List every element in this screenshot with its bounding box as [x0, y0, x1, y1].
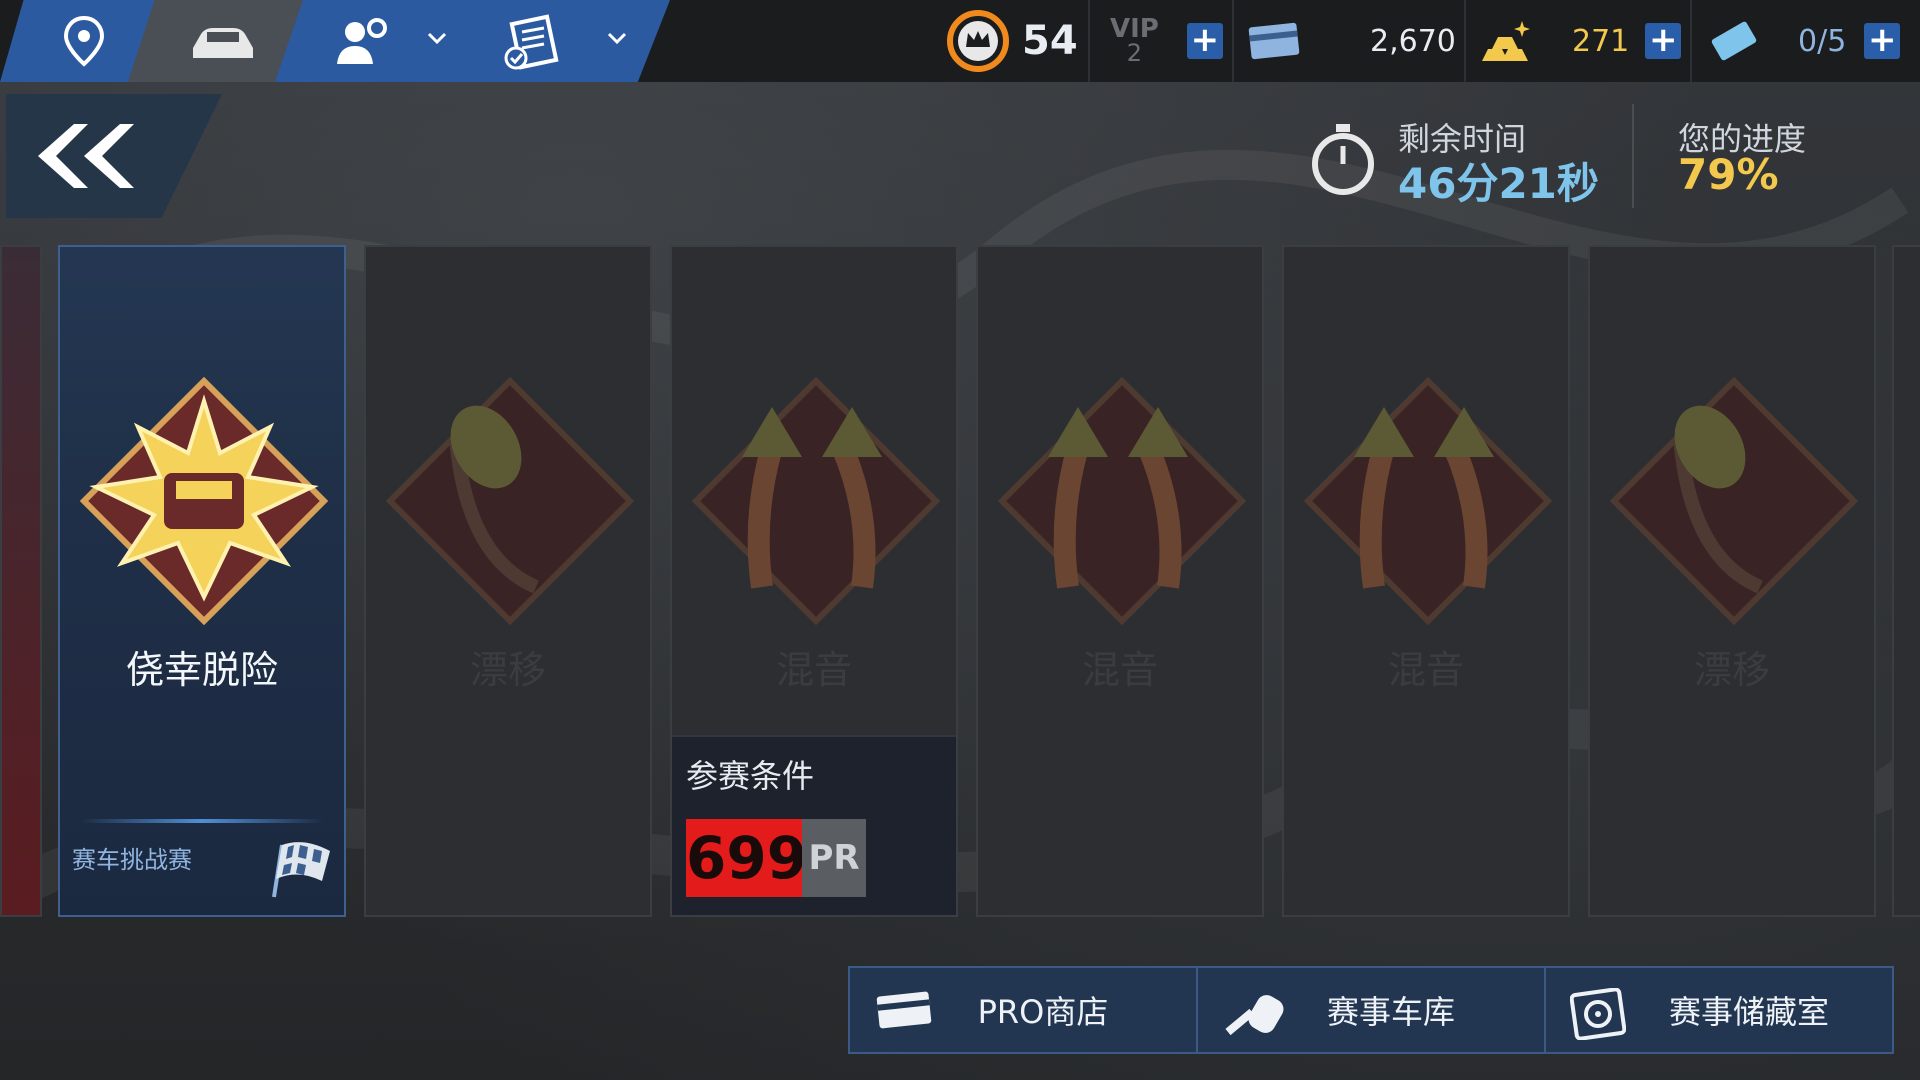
pro-shop-label: PRO商店	[977, 993, 1109, 1031]
event-card-5[interactable]: 混音	[1282, 245, 1570, 917]
event-card-3[interactable]: 混音 参赛条件 699 PR	[670, 245, 958, 917]
chevron-down-icon[interactable]	[425, 26, 449, 50]
progress-value: 79%	[1678, 150, 1779, 199]
checklist-icon	[504, 14, 559, 70]
time-remaining-value: 46分21秒	[1398, 159, 1599, 208]
cash-value: 2,670	[1370, 23, 1456, 59]
event-card-2[interactable]: 漂移	[364, 245, 652, 917]
tickets-value: 0/5	[1798, 23, 1847, 59]
gold-plus-button[interactable]: +	[1645, 23, 1682, 59]
divider	[1232, 0, 1234, 82]
card-footer: 赛车挑战赛	[72, 846, 192, 874]
double-chevron-left-icon	[38, 124, 134, 188]
card-title: 漂移	[469, 648, 546, 692]
car-key-icon	[1225, 995, 1284, 1036]
vip-stat[interactable]: VIP 2 +	[1110, 0, 1223, 82]
pr-unit: PR	[802, 819, 866, 897]
bottom-button-bar: PRO商店 赛事车库 赛事储藏室	[848, 966, 1894, 1054]
cash-stat[interactable]: 2,670	[1248, 0, 1456, 82]
car-burst-emblem-icon	[80, 377, 328, 625]
requirement-title: 参赛条件	[686, 757, 815, 795]
stopwatch-icon	[1312, 124, 1374, 195]
profile-gear-icon	[337, 18, 387, 64]
event-card-1[interactable]: 侥幸脱险 赛车挑战赛	[58, 245, 346, 917]
vip-badge: VIP 2	[1110, 14, 1159, 67]
top-bar: 54 VIP 2 + 2,670 271 + 0/5 +	[0, 0, 1920, 82]
chevron-down-icon[interactable]	[605, 26, 629, 50]
pr-requirement-badge: 699 PR	[686, 819, 866, 897]
divider	[1464, 0, 1466, 82]
divider	[1632, 104, 1634, 208]
tickets-plus-button[interactable]: +	[1864, 23, 1901, 59]
vip-label: VIP	[1110, 14, 1159, 44]
entry-requirement-panel: 参赛条件 699 PR	[672, 735, 956, 915]
map-pin-icon	[63, 15, 105, 67]
pro-shop-button[interactable]: PRO商店	[850, 968, 1198, 1052]
credit-card-icon	[1248, 22, 1300, 60]
card-divider	[80, 819, 324, 823]
level-value: 54	[1022, 18, 1078, 64]
vip-plus-button[interactable]: +	[1186, 23, 1223, 59]
nav-missions-tab[interactable]	[440, 0, 670, 82]
tickets-stat[interactable]: 0/5 +	[1708, 0, 1901, 82]
gold-stat[interactable]: 271 +	[1478, 0, 1682, 82]
checkered-flag-icon	[272, 842, 330, 898]
vip-level: 2	[1126, 39, 1143, 67]
event-garage-button[interactable]: 赛事车库	[1198, 968, 1546, 1052]
previous-card-partial[interactable]	[0, 245, 42, 917]
nav-group	[0, 0, 680, 82]
event-card-4[interactable]: 混音	[976, 245, 1264, 917]
event-vault-button[interactable]: 赛事储藏室	[1546, 968, 1892, 1052]
credit-card-icon	[876, 991, 932, 1029]
split-arrows-emblem-icon	[1304, 377, 1552, 625]
drift-emblem-icon	[1610, 377, 1858, 625]
event-card-6[interactable]: 漂移	[1588, 245, 1876, 917]
card-title: 混音	[1387, 648, 1464, 692]
card-title: 混音	[1081, 648, 1158, 692]
gold-bars-icon	[1482, 21, 1530, 61]
card-title: 漂移	[1693, 648, 1770, 692]
crown-level-icon	[947, 10, 1009, 72]
pr-value: 699	[686, 819, 807, 897]
card-title: 混音	[775, 648, 852, 692]
event-vault-label: 赛事储藏室	[1668, 993, 1829, 1031]
split-arrows-emblem-icon	[998, 377, 1246, 625]
player-level[interactable]: 54	[946, 0, 1078, 82]
divider	[1690, 0, 1692, 82]
split-arrows-emblem-icon	[692, 377, 940, 625]
ticket-icon	[1711, 21, 1757, 61]
drift-emblem-icon	[386, 377, 634, 625]
car-icon	[193, 28, 253, 58]
event-garage-label: 赛事车库	[1326, 993, 1455, 1031]
next-card-partial[interactable]	[1892, 245, 1920, 917]
card-title: 侥幸脱险	[125, 648, 278, 692]
vault-icon	[1570, 988, 1626, 1040]
divider	[1088, 0, 1090, 82]
gold-value: 271	[1572, 23, 1630, 59]
